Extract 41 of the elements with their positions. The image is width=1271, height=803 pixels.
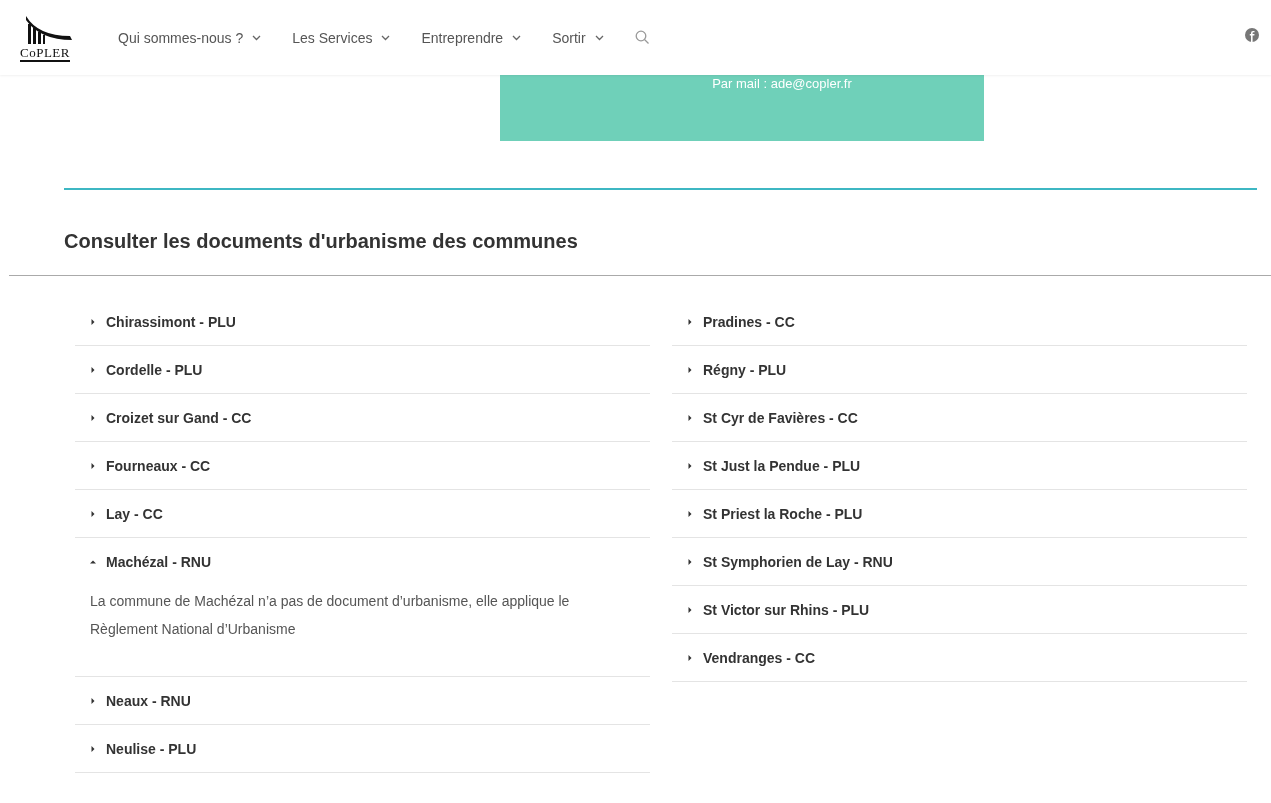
- triangle-right-icon: [90, 365, 96, 374]
- triangle-right-icon: [687, 365, 693, 374]
- triangle-right-icon: [687, 557, 693, 566]
- accordion-toggle[interactable]: Fourneaux - CC: [75, 442, 650, 489]
- triangle-right-icon: [687, 509, 693, 518]
- contact-text: Par mail : ade@copler.fr: [712, 75, 852, 91]
- nav-link[interactable]: Les Services: [292, 29, 391, 46]
- accordion-toggle[interactable]: St Cyr de Favières - CC: [672, 394, 1247, 441]
- accordion-toggle[interactable]: Neulise - PLU: [75, 725, 650, 772]
- accordion-toggle[interactable]: Neaux - RNU: [75, 677, 650, 724]
- accordion-toggle[interactable]: Cordelle - PLU: [75, 346, 650, 393]
- triangle-right-icon: [687, 605, 693, 614]
- section-title: Consulter les documents d'urbanisme des communes: [64, 229, 579, 254]
- triangle-right-icon: [90, 696, 96, 705]
- triangle-right-icon: [90, 413, 96, 422]
- triangle-right-icon: [687, 461, 693, 470]
- accordion-toggle[interactable]: Régny - PLU: [672, 346, 1247, 393]
- triangle-right-icon: [687, 653, 693, 662]
- accordion-toggle[interactable]: Machézal - RNU: [75, 538, 650, 585]
- accordion-toggle[interactable]: Vendranges - CC: [672, 634, 1247, 681]
- accordion-text: La commune de Machézal n’a pas de document d’urbanisme, elle applique le Règlement National d’Urbanisme: [89, 592, 571, 639]
- accordion-toggle[interactable]: Croizet sur Gand - CC: [75, 394, 650, 441]
- search-icon[interactable]: [634, 30, 650, 45]
- triangle-right-icon: [90, 461, 96, 470]
- nav-link[interactable]: Sortir: [552, 29, 604, 46]
- accordion-toggle[interactable]: Chirassimont - PLU: [75, 298, 650, 345]
- accordion-toggle[interactable]: Pradines - CC: [672, 298, 1247, 345]
- accordion-toggle[interactable]: St Victor sur Rhins - PLU: [672, 586, 1247, 633]
- accordion-toggle[interactable]: Lay - CC: [75, 490, 650, 537]
- accordion-toggle[interactable]: St Priest la Roche - PLU: [672, 490, 1247, 537]
- triangle-right-icon: [90, 317, 96, 326]
- nav-link[interactable]: Qui sommes-nous ?: [118, 29, 262, 46]
- triangle-right-icon: [90, 744, 96, 753]
- logo[interactable]: CoPLER: [20, 13, 84, 62]
- facebook-icon[interactable]: [1245, 27, 1259, 42]
- triangle-right-icon: [90, 509, 96, 518]
- accordion-toggle[interactable]: St Just la Pendue - PLU: [672, 442, 1247, 489]
- nav-link[interactable]: Entreprendre: [421, 29, 522, 46]
- triangle-right-icon: [687, 413, 693, 422]
- accordion-toggle[interactable]: St Symphorien de Lay - RNU: [672, 538, 1247, 585]
- triangle-right-icon: [687, 317, 693, 326]
